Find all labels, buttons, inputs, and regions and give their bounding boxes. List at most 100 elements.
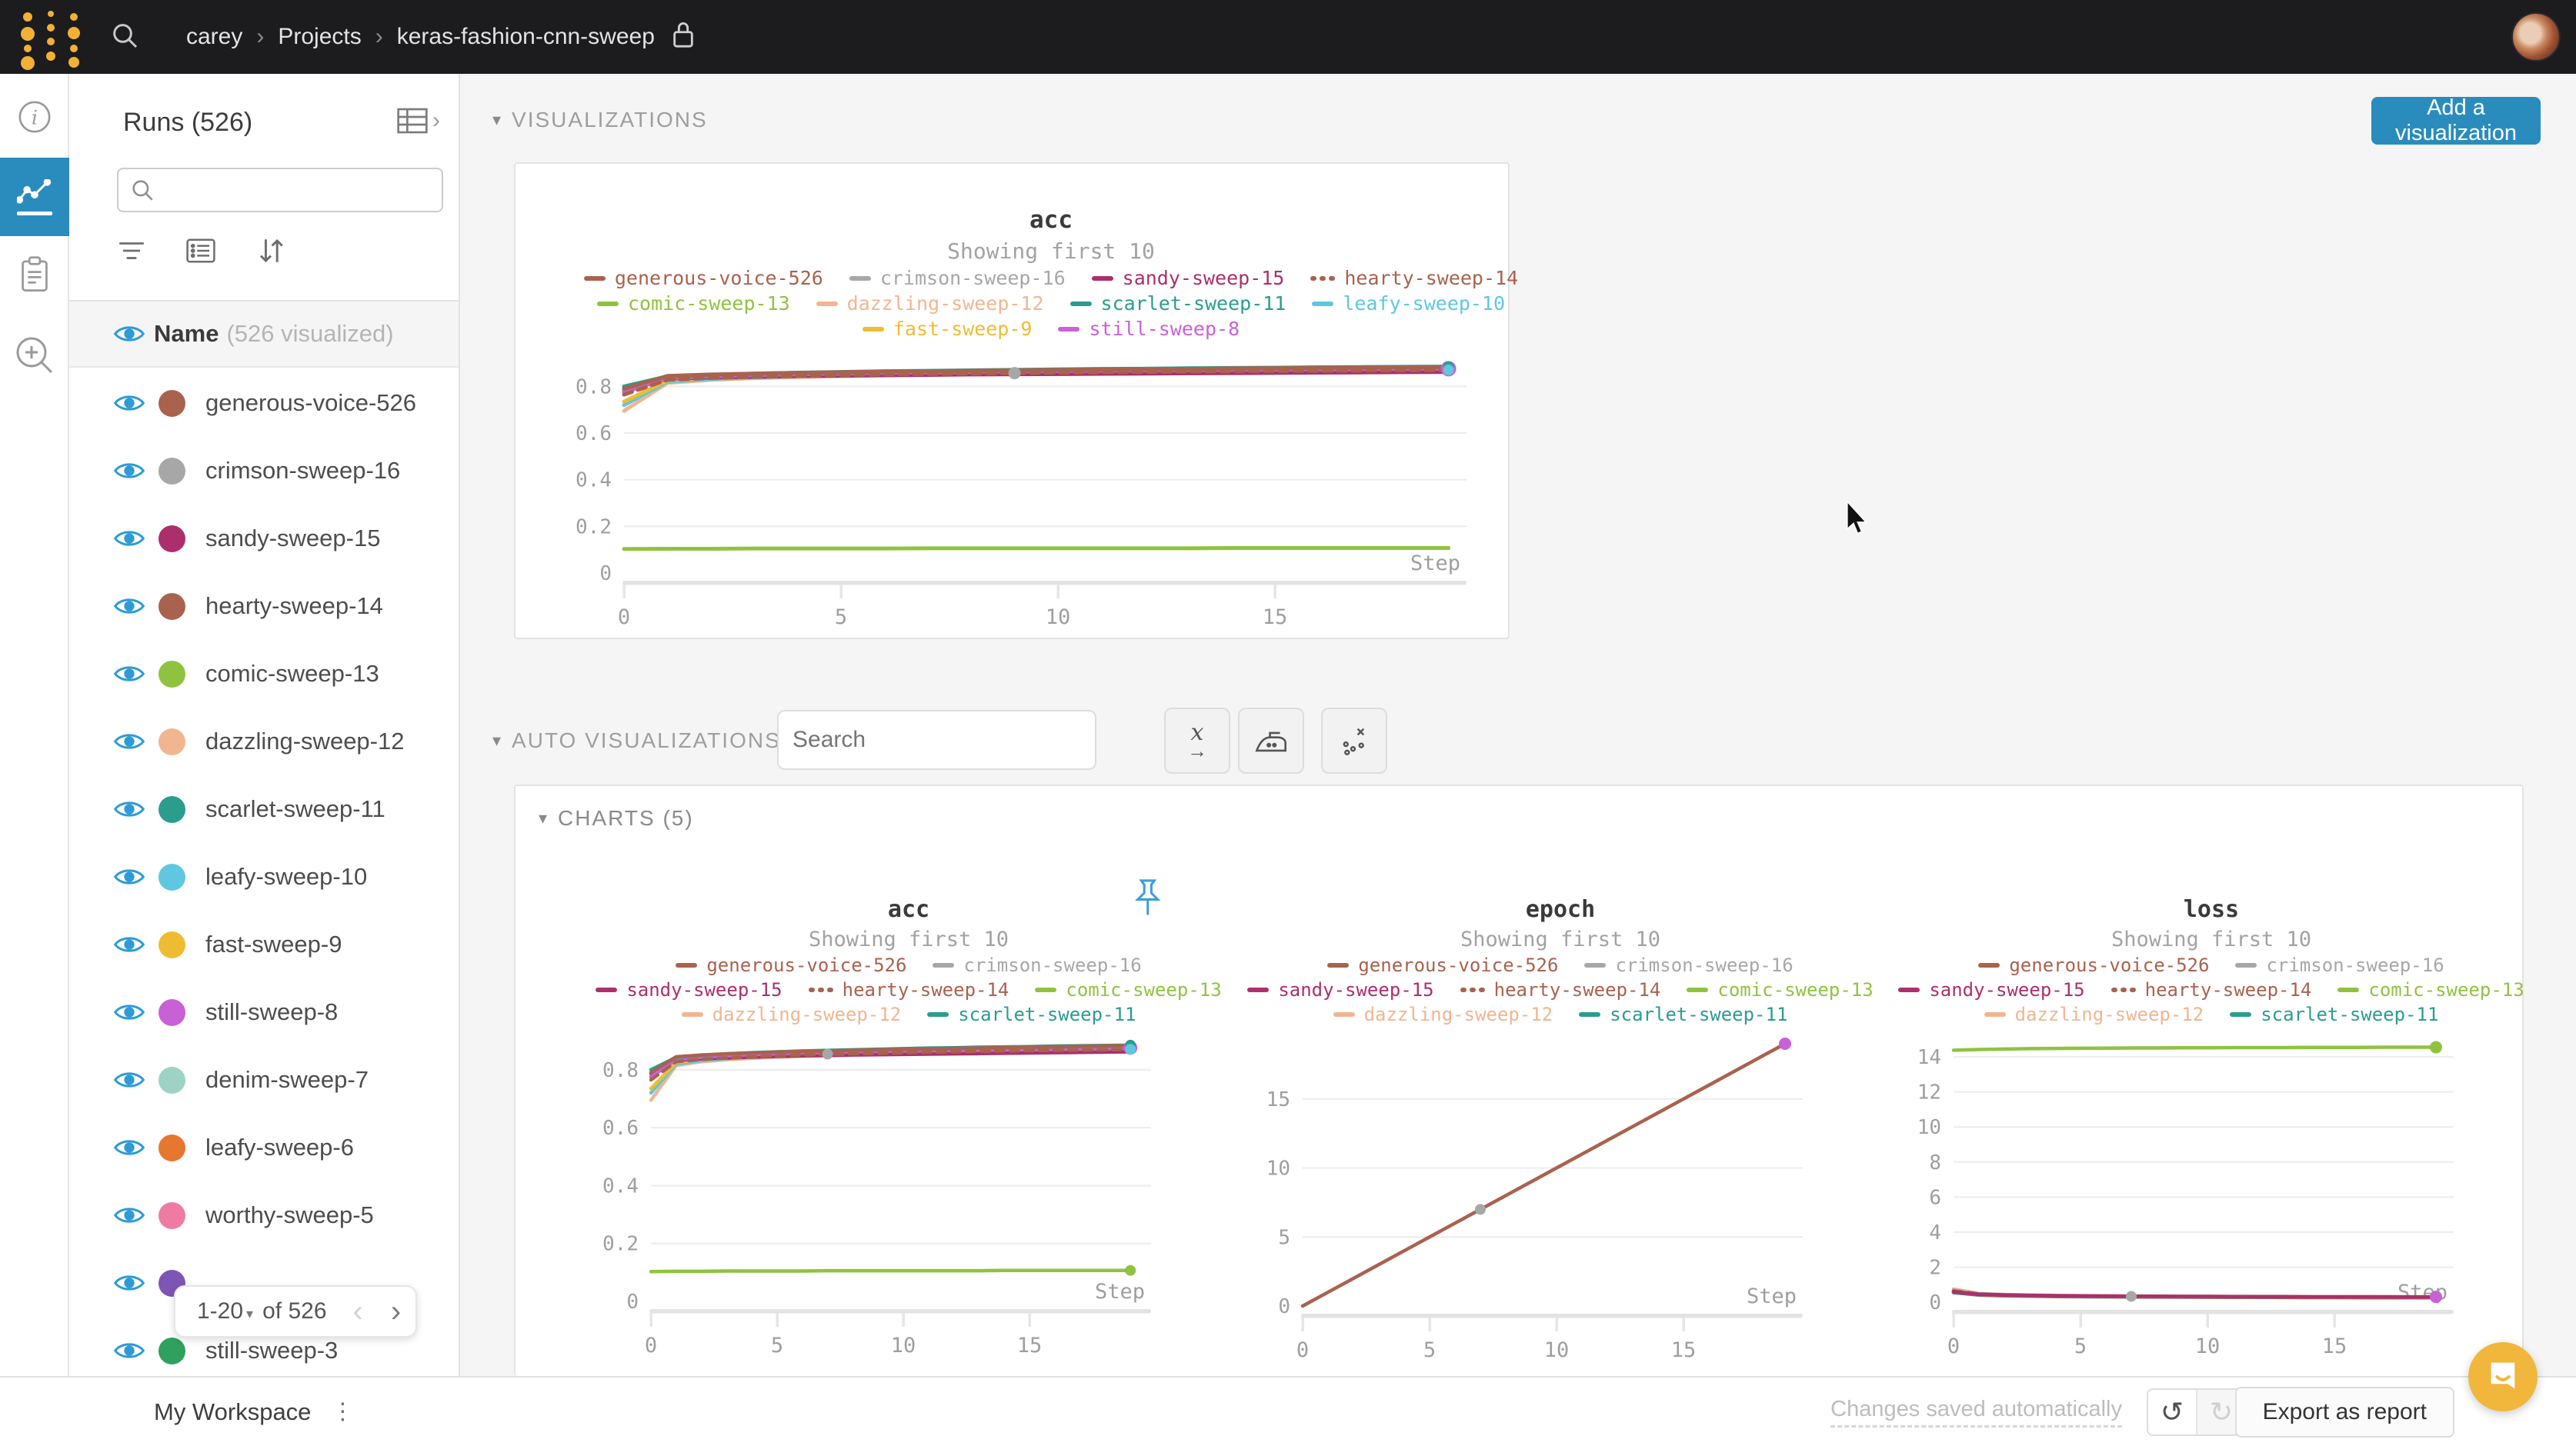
group-list-icon[interactable] (186, 238, 215, 263)
outliers-button[interactable] (1321, 708, 1387, 774)
legend-item[interactable]: sandy-sweep-15 (1092, 267, 1285, 289)
legend-item[interactable]: scarlet-sweep-11 (927, 1004, 1136, 1025)
pagination-prev-button[interactable]: ‹ (353, 1294, 363, 1329)
undo-button[interactable]: ↺ (2148, 1390, 2197, 1434)
run-row[interactable]: denim-sweep-7 (69, 1046, 459, 1114)
run-name[interactable]: hearty-sweep-14 (205, 592, 383, 620)
visibility-eye-icon[interactable] (114, 460, 145, 481)
run-name[interactable]: fast-sweep-9 (205, 931, 342, 958)
run-row[interactable]: still-sweep-8 (69, 978, 459, 1046)
sort-icon[interactable] (255, 237, 286, 265)
legend-item[interactable]: scarlet-sweep-11 (2230, 1004, 2438, 1025)
workspace-name[interactable]: My Workspace (154, 1398, 311, 1426)
export-report-button[interactable]: Export as report (2235, 1387, 2454, 1438)
chat-support-bubble[interactable] (2468, 1342, 2538, 1411)
zoom-in-icon[interactable] (0, 318, 69, 392)
legend-item[interactable]: generous-voice-526 (584, 267, 823, 289)
run-row[interactable]: dazzling-sweep-12 (69, 708, 459, 775)
legend-item[interactable]: sandy-sweep-15 (1247, 979, 1433, 1001)
visibility-eye-icon[interactable] (114, 663, 145, 685)
breadcrumb-project[interactable]: keras-fashion-cnn-sweep (397, 24, 655, 50)
run-row[interactable]: comic-sweep-13 (69, 640, 459, 708)
pagination-next-button[interactable]: › (391, 1294, 401, 1329)
chart-plot[interactable]: 02468101214051015Step (1896, 1033, 2469, 1358)
pin-chart-icon[interactable] (1130, 877, 1165, 928)
info-icon[interactable]: i (0, 80, 69, 154)
legend-item[interactable]: generous-voice-526 (1978, 955, 2209, 976)
run-row[interactable]: leafy-sweep-10 (69, 843, 459, 911)
visibility-eye-icon[interactable] (114, 866, 145, 888)
legend-item[interactable]: generous-voice-526 (1327, 955, 1558, 976)
legend-item[interactable]: hearty-sweep-14 (809, 979, 1009, 1001)
x-axis-settings-button[interactable]: x → (1164, 708, 1230, 774)
run-row[interactable]: crimson-sweep-16 (69, 437, 459, 505)
kebab-menu-icon[interactable]: ⋮ (331, 1398, 354, 1425)
legend-item[interactable]: dazzling-sweep-12 (816, 292, 1044, 315)
pagination-range[interactable]: 1-20 (197, 1298, 243, 1324)
run-row[interactable]: sandy-sweep-15 (69, 505, 459, 572)
legend-item[interactable]: crimson-sweep-16 (2235, 955, 2444, 976)
chart-plot[interactable]: 00.20.40.60.8051015Step (566, 348, 1482, 628)
legend-item[interactable]: dazzling-sweep-12 (1984, 1004, 2204, 1025)
legend-item[interactable]: still-sweep-8 (1058, 318, 1240, 340)
runs-search-input[interactable] (163, 178, 425, 202)
run-name[interactable]: comic-sweep-13 (205, 660, 379, 688)
run-name[interactable]: crimson-sweep-16 (205, 457, 400, 485)
visibility-eye-icon[interactable] (114, 1204, 145, 1226)
legend-item[interactable]: crimson-sweep-16 (933, 955, 1141, 976)
run-row[interactable]: worthy-sweep-5 (69, 1181, 459, 1249)
legend-item[interactable]: scarlet-sweep-11 (1070, 292, 1286, 315)
run-name[interactable]: generous-voice-526 (205, 389, 416, 417)
charts-section-header[interactable]: ▾ CHARTS (5) (539, 806, 694, 831)
run-name[interactable]: denim-sweep-7 (205, 1066, 369, 1094)
run-row[interactable]: leafy-sweep-6 (69, 1114, 459, 1181)
chart-loss-auto[interactable]: lossShowing first 10generous-voice-526cr… (1896, 896, 2469, 1358)
legend-item[interactable]: sandy-sweep-15 (1898, 979, 2084, 1001)
legend-item[interactable]: crimson-sweep-16 (1584, 955, 1793, 976)
legend-item[interactable]: scarlet-sweep-11 (1579, 1004, 1787, 1025)
charts-search-input[interactable] (792, 727, 1089, 753)
user-avatar[interactable] (2511, 12, 2561, 62)
legend-item[interactable]: generous-voice-526 (676, 955, 906, 976)
run-name[interactable]: sandy-sweep-15 (205, 525, 380, 552)
visibility-eye-icon[interactable] (114, 323, 145, 345)
run-row[interactable]: generous-voice-526 (69, 369, 459, 437)
breadcrumb-section[interactable]: Projects (278, 24, 361, 50)
visibility-eye-icon[interactable] (114, 1272, 145, 1294)
runs-header-row[interactable]: Name (526 visualized) (69, 300, 459, 368)
chart-acc-main[interactable]: accShowing first 10generous-voice-526cri… (566, 206, 1478, 628)
add-visualization-button[interactable]: Add a visualization (2371, 97, 2541, 145)
collapse-triangle-icon[interactable]: ▾ (539, 808, 547, 828)
breadcrumb-user[interactable]: carey (186, 24, 242, 50)
visibility-eye-icon[interactable] (114, 1137, 145, 1158)
notes-clipboard-icon[interactable] (0, 238, 69, 312)
legend-item[interactable]: comic-sweep-13 (1035, 979, 1221, 1001)
legend-item[interactable]: dazzling-sweep-12 (1333, 1004, 1553, 1025)
runs-search-box[interactable] (117, 168, 443, 212)
chart-plot[interactable]: 00.20.40.60.8051015Step (593, 1033, 1166, 1357)
visibility-eye-icon[interactable] (114, 934, 145, 955)
filter-icon[interactable] (117, 239, 146, 262)
legend-item[interactable]: fast-sweep-9 (863, 318, 1033, 340)
chart-plot[interactable]: 051015051015Step (1245, 1033, 1818, 1361)
run-name[interactable]: dazzling-sweep-12 (205, 728, 404, 755)
run-name[interactable]: still-sweep-3 (205, 1337, 338, 1364)
chart-epoch-auto[interactable]: epochShowing first 10generous-voice-526c… (1245, 896, 1818, 1361)
run-name[interactable]: scarlet-sweep-11 (205, 795, 385, 823)
legend-item[interactable]: comic-sweep-13 (2337, 979, 2524, 1001)
chart-acc-auto[interactable]: accShowing first 10generous-voice-526cri… (593, 896, 1166, 1357)
legend-item[interactable]: leafy-sweep-10 (1312, 292, 1505, 315)
visibility-eye-icon[interactable] (114, 1001, 145, 1023)
legend-item[interactable]: hearty-sweep-14 (2111, 979, 2312, 1001)
visibility-eye-icon[interactable] (114, 1340, 145, 1361)
visibility-eye-icon[interactable] (114, 798, 145, 820)
workspace-charts-tab[interactable] (0, 158, 69, 236)
runs-table-expand-button[interactable]: › (397, 108, 440, 134)
navbar-search-icon[interactable] (109, 20, 140, 55)
legend-item[interactable]: sandy-sweep-15 (596, 979, 782, 1001)
charts-search-box[interactable] (777, 710, 1096, 770)
auto-visualizations-section-header[interactable]: ▾ AUTO VISUALIZATIONS (492, 714, 781, 768)
run-row[interactable]: fast-sweep-9 (69, 911, 459, 978)
run-row[interactable]: scarlet-sweep-11 (69, 775, 459, 843)
smoothing-iron-button[interactable] (1238, 708, 1304, 774)
